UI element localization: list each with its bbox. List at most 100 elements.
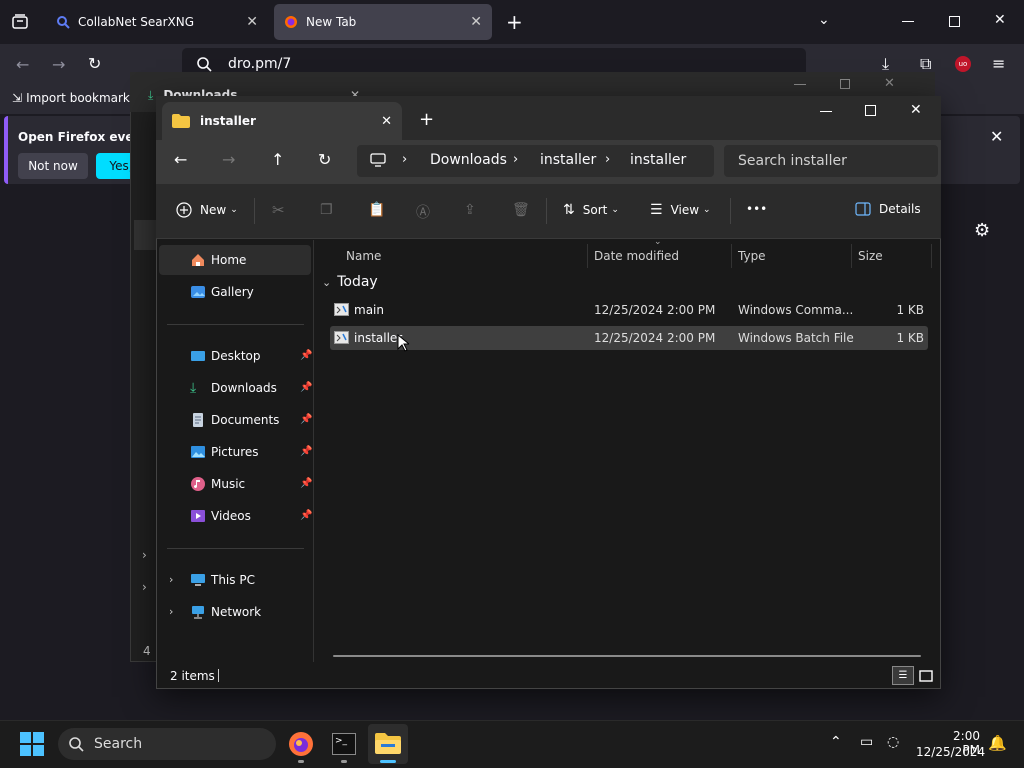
more-options-button[interactable]: ••• <box>746 202 767 216</box>
notification-bell-icon[interactable]: 🔔 <box>988 734 1007 752</box>
nav-pictures[interactable]: Pictures 📌 <box>159 437 312 467</box>
minimize-icon[interactable] <box>902 21 914 22</box>
sort-button[interactable]: ⇅ Sort ⌄ <box>563 202 619 218</box>
nav-videos[interactable]: Videos 📌 <box>159 501 312 531</box>
rename-icon[interactable]: Ⓐ <box>416 202 430 222</box>
details-pane-icon <box>855 202 871 216</box>
explorer-tab-installer[interactable]: installer ✕ <box>162 102 402 140</box>
new-explorer-tab-button[interactable]: + <box>419 109 434 130</box>
tab-list-icon[interactable] <box>10 12 30 32</box>
tiles-view-icon[interactable] <box>916 666 936 685</box>
close-icon[interactable]: ✕ <box>246 14 258 30</box>
display-icon[interactable]: ▭ <box>860 734 873 750</box>
column-header-size[interactable]: Size <box>852 244 932 268</box>
chevron-down-icon: ⌄ <box>230 205 238 215</box>
bg-minimize-icon[interactable] <box>794 84 806 85</box>
network-status-icon[interactable]: ◌ <box>887 734 899 750</box>
firefox-taskbar-icon[interactable] <box>288 731 314 757</box>
network-icon <box>190 604 206 620</box>
chevron-right-icon[interactable]: › <box>513 152 518 167</box>
details-button[interactable]: Details <box>855 202 921 216</box>
search-input[interactable]: Search installer <box>724 145 938 177</box>
nav-downloads[interactable]: ⤓ Downloads 📌 <box>159 373 312 403</box>
nav-home[interactable]: Home <box>159 245 311 275</box>
share-icon[interactable]: ⇪ <box>464 202 476 218</box>
chevron-right-icon[interactable]: › <box>605 152 610 167</box>
nav-gallery[interactable]: Gallery <box>159 277 311 307</box>
taskbar-search[interactable]: Search <box>58 728 276 760</box>
close-notification-icon[interactable]: ✕ <box>990 127 1003 146</box>
chevron-right-icon[interactable]: › <box>169 573 173 586</box>
table-row[interactable]: main 12/25/2024 2:00 PM Windows Comma...… <box>330 298 928 322</box>
close-icon[interactable]: ✕ <box>470 14 482 30</box>
extensions-icon[interactable]: ⧉ <box>920 54 931 74</box>
not-now-button[interactable]: Not now <box>18 153 88 179</box>
copy-icon[interactable]: ❐ <box>320 202 333 218</box>
nav-music[interactable]: Music 📌 <box>159 469 312 499</box>
file-size: 1 KB <box>896 331 924 345</box>
view-button[interactable]: ☰ View ⌄ <box>650 202 711 218</box>
import-bookmarks-link[interactable]: ⇲ Import bookmarks <box>12 91 136 105</box>
breadcrumb-downloads[interactable]: Downloads <box>430 152 507 168</box>
monitor-icon[interactable] <box>370 153 386 167</box>
bg-nav-item[interactable] <box>134 220 156 250</box>
nav-network[interactable]: › Network <box>159 597 311 627</box>
chevron-right-icon[interactable]: › <box>402 152 407 167</box>
forward-icon[interactable]: → <box>52 55 65 74</box>
refresh-icon[interactable]: ↻ <box>318 150 331 169</box>
close-icon[interactable]: ✕ <box>381 114 392 129</box>
group-header-today[interactable]: ⌄ Today <box>322 274 378 290</box>
chevron-down-icon: ⌄ <box>703 205 711 215</box>
maximize-icon[interactable] <box>865 105 876 116</box>
file-name: installer <box>354 331 403 345</box>
breadcrumb-installer[interactable]: installer <box>540 152 596 168</box>
divider <box>730 198 731 224</box>
restore-icon[interactable] <box>949 16 960 27</box>
chevron-up-icon[interactable]: ⌃ <box>830 734 842 750</box>
close-window-icon[interactable]: ✕ <box>994 12 1006 28</box>
new-tab-button[interactable]: + <box>506 10 523 34</box>
table-row-selected[interactable]: installer 12/25/2024 2:00 PM Windows Bat… <box>330 326 928 350</box>
file-list: Name ⌄ Date modified Type Size ⌄ Today m… <box>316 237 938 660</box>
column-header-date[interactable]: Date modified <box>588 244 732 268</box>
minimize-icon[interactable] <box>820 111 832 112</box>
delete-icon[interactable]: 🗑 <box>512 202 530 218</box>
tab-label: CollabNet SearXNG <box>78 15 195 29</box>
settings-icon[interactable]: ⚙ <box>974 220 990 241</box>
bg-close-icon[interactable]: ✕ <box>884 76 895 91</box>
nav-this-pc[interactable]: › This PC <box>159 565 311 595</box>
column-header-name[interactable]: Name <box>340 244 588 268</box>
ublock-icon[interactable]: uo <box>955 56 971 72</box>
horizontal-scrollbar[interactable] <box>333 655 921 657</box>
nav-documents[interactable]: Documents 📌 <box>159 405 312 435</box>
close-window-icon[interactable]: ✕ <box>910 102 922 118</box>
nav-desktop[interactable]: Desktop 📌 <box>159 341 312 371</box>
breadcrumb[interactable]: › Downloads › installer › installer <box>357 145 714 177</box>
chevron-right-icon[interactable]: › <box>169 605 173 618</box>
downloads-icon[interactable]: ⤓ <box>882 54 889 74</box>
bg-expand-chevron[interactable]: › <box>142 548 147 562</box>
bg-maximize-icon[interactable] <box>840 79 850 89</box>
firefox-tab-searxng[interactable]: CollabNet SearXNG ✕ <box>46 4 268 40</box>
back-icon[interactable]: ← <box>16 55 29 74</box>
list-all-tabs-icon[interactable]: ⌄ <box>818 12 830 28</box>
file-size: 1 KB <box>896 303 924 317</box>
up-icon[interactable]: ↑ <box>271 150 284 169</box>
file-type: Windows Comma... <box>738 303 854 317</box>
details-view-icon[interactable]: ☰ <box>892 666 914 685</box>
bg-expand-chevron[interactable]: › <box>142 580 147 594</box>
clock-date[interactable]: 12/25/2024 <box>916 745 985 759</box>
paste-icon[interactable]: 📋 <box>368 202 385 218</box>
batch-file-icon <box>334 331 349 344</box>
firefox-tab-new-tab[interactable]: New Tab ✕ <box>274 4 492 40</box>
menu-icon[interactable]: ≡ <box>992 54 1005 73</box>
column-header-type[interactable]: Type <box>732 244 852 268</box>
new-button[interactable]: New ⌄ <box>176 202 238 218</box>
cut-icon[interactable]: ✂ <box>272 201 285 219</box>
reload-icon[interactable]: ↻ <box>88 54 101 73</box>
breadcrumb-installer-current[interactable]: installer <box>630 152 686 168</box>
forward-icon[interactable]: → <box>222 150 235 169</box>
windows-start-icon[interactable] <box>20 732 44 756</box>
back-icon[interactable]: ← <box>174 150 187 169</box>
terminal-taskbar-icon[interactable]: >_ <box>332 733 356 755</box>
